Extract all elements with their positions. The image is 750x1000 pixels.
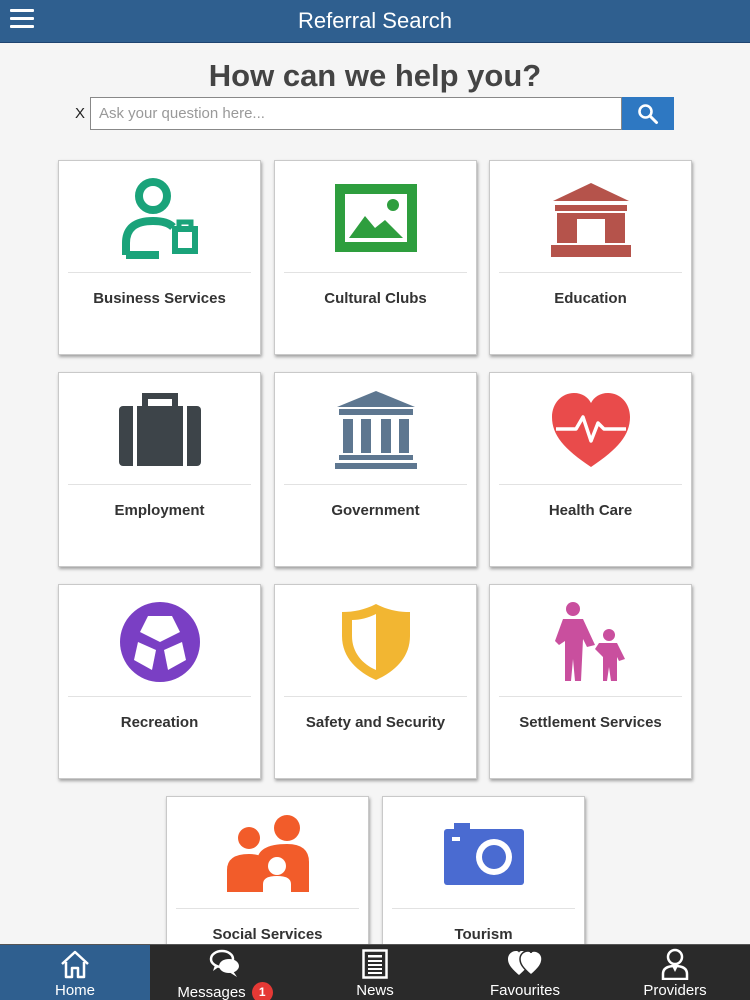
picture-frame-icon xyxy=(334,184,417,252)
tile-divider xyxy=(284,272,467,273)
tile-divider xyxy=(68,696,251,697)
tile-divider xyxy=(68,272,251,273)
camera-icon xyxy=(443,823,524,885)
soccer-ball-icon xyxy=(119,602,200,682)
tab-favourites[interactable]: Favourites xyxy=(450,945,600,1000)
tile-divider xyxy=(176,908,359,909)
tile-education[interactable]: Education xyxy=(489,160,692,355)
tab-home[interactable]: Home xyxy=(0,945,150,1000)
search-input[interactable] xyxy=(90,97,622,130)
hearts-icon xyxy=(508,951,542,976)
tile-business-services[interactable]: Business Services xyxy=(58,160,261,355)
heart-pulse-icon xyxy=(551,393,630,467)
search-icon xyxy=(638,103,658,124)
tile-health-care[interactable]: Health Care xyxy=(489,372,692,567)
tile-label: Government xyxy=(331,502,420,519)
clear-search-button[interactable]: X xyxy=(75,105,85,122)
unread-count-badge: 1 xyxy=(251,982,273,1000)
business-person-icon xyxy=(121,178,198,259)
tile-label: Employment xyxy=(114,502,205,519)
tab-messages[interactable]: Messages 1 xyxy=(150,945,300,1000)
home-icon xyxy=(61,950,89,979)
tile-divider xyxy=(68,484,251,485)
tile-divider xyxy=(284,696,467,697)
tile-divider xyxy=(392,908,575,909)
tile-divider xyxy=(284,484,467,485)
tile-safety-and-security[interactable]: Safety and Security xyxy=(274,584,477,779)
chat-bubbles-icon xyxy=(209,949,239,977)
parent-child-icon xyxy=(554,602,625,681)
help-heading: How can we help you? xyxy=(208,58,542,93)
tab-providers[interactable]: Providers xyxy=(600,945,750,1000)
newspaper-icon xyxy=(362,949,388,979)
tab-label: Favourites xyxy=(489,982,561,999)
bottom-tab-bar: Home Messages 1 News Favourites Provider… xyxy=(0,944,750,1000)
tab-label: Providers xyxy=(643,982,707,999)
tile-government[interactable]: Government xyxy=(274,372,477,567)
tile-label: Business Services xyxy=(93,290,226,307)
tab-label: Home xyxy=(54,982,95,999)
tile-divider xyxy=(499,272,682,273)
tile-label: Health Care xyxy=(548,502,633,519)
tile-divider xyxy=(499,696,682,697)
tile-label: Education xyxy=(554,290,627,307)
tile-settlement-services[interactable]: Settlement Services xyxy=(489,584,692,779)
shield-icon xyxy=(341,604,410,680)
briefcase-icon xyxy=(118,393,201,466)
tile-employment[interactable]: Employment xyxy=(58,372,261,567)
provider-person-icon xyxy=(661,948,689,980)
tile-divider xyxy=(499,484,682,485)
school-building-icon xyxy=(550,183,631,257)
tab-label: News xyxy=(356,982,394,999)
tile-cultural-clubs[interactable]: Cultural Clubs xyxy=(274,160,477,355)
tile-label: Recreation xyxy=(120,714,199,731)
tile-label: Settlement Services xyxy=(519,714,662,731)
people-group-icon xyxy=(226,815,309,892)
tab-news[interactable]: News xyxy=(300,945,450,1000)
tile-label: Cultural Clubs xyxy=(324,290,427,307)
tile-label: Tourism xyxy=(454,926,513,943)
tab-label: Messages xyxy=(177,984,246,1000)
government-building-icon xyxy=(334,391,417,469)
tile-label: Safety and Security xyxy=(305,714,446,731)
search-button[interactable] xyxy=(622,97,674,130)
tile-recreation[interactable]: Recreation xyxy=(58,584,261,779)
tile-label: Social Services xyxy=(212,926,323,943)
top-bar: Referral Search xyxy=(0,0,750,43)
page-title: Referral Search xyxy=(297,8,453,33)
